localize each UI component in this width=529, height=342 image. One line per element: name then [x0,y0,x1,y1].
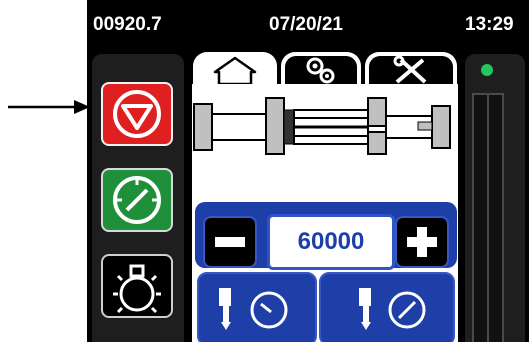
level-gauge [472,64,504,342]
counter-readout: 00920.7 [93,14,162,35]
start-cycle-button[interactable] [101,168,173,232]
value-stepper: 60000 [195,202,457,270]
gears-icon [306,57,335,84]
mode-button-1[interactable] [197,272,317,342]
cylinder-gauge-icon [359,288,426,330]
time-readout: 13:29 [465,14,514,35]
emergency-stop-button[interactable] [101,82,173,146]
tools-icon [393,55,427,84]
pointer-arrow-icon [8,100,90,114]
lamp-icon [113,264,161,314]
date-readout: 07/20/21 [269,14,343,35]
status-led-icon [481,64,493,76]
press-cylinder-diagram [193,97,451,155]
stop-icon [113,90,161,138]
device-screen: 00920.7 07/20/21 13:29 60000 [87,0,529,342]
mode-button-2[interactable] [319,272,455,342]
plus-icon [407,227,437,257]
right-indicator-panel [465,54,525,342]
cylinder-gauge-icon [219,288,288,330]
left-button-panel [92,54,184,342]
gauge-icon [113,176,161,224]
minus-icon [215,237,245,247]
setpoint-value[interactable]: 60000 [267,214,395,270]
work-light-button[interactable] [101,254,173,318]
decrement-button[interactable] [203,216,257,268]
increment-button[interactable] [395,216,449,268]
home-icon [213,56,257,86]
